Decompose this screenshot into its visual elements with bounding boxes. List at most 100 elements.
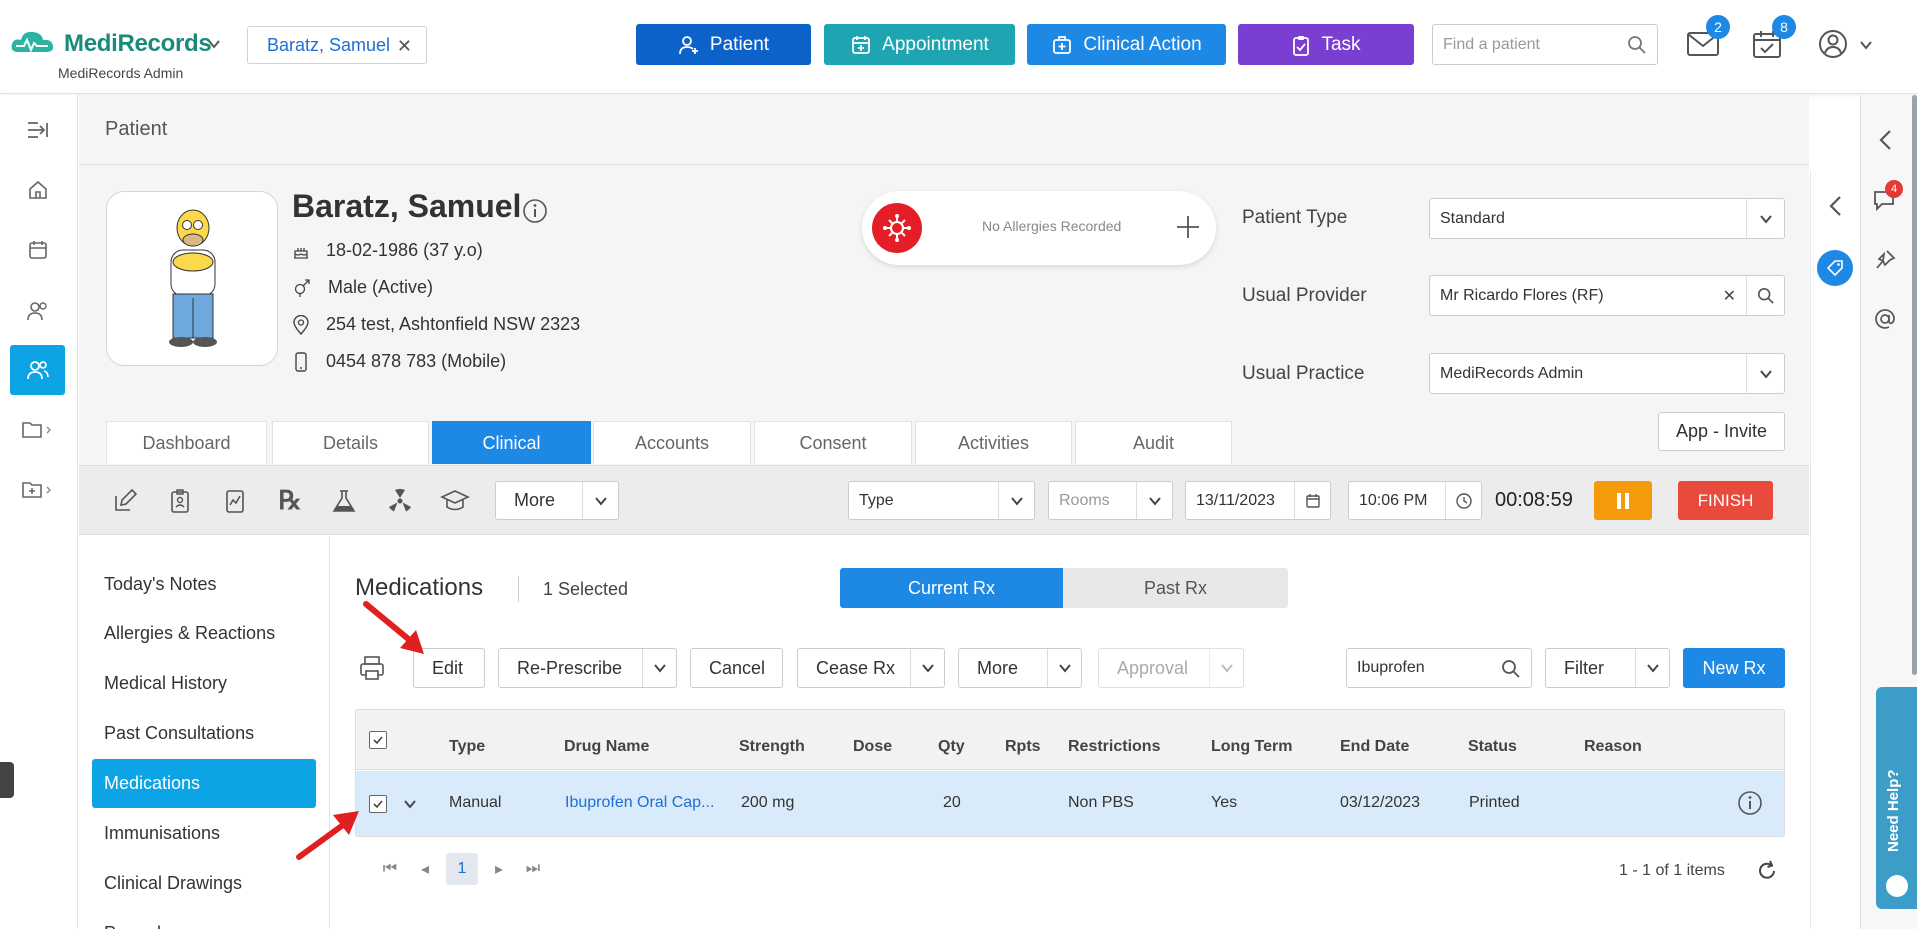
refresh-icon[interactable] <box>1756 860 1778 882</box>
column-header[interactable]: Long Term <box>1211 738 1292 756</box>
search-icon[interactable] <box>1746 276 1784 315</box>
pin-icon[interactable] <box>1873 248 1897 272</box>
radiation-icon[interactable] <box>382 483 418 519</box>
column-header[interactable]: Drug Name <box>564 738 649 756</box>
chevron-down-icon[interactable] <box>1635 649 1669 687</box>
finish-button[interactable]: FINISH <box>1678 481 1773 520</box>
chevron-down-icon[interactable] <box>998 482 1034 519</box>
chevron-down-icon[interactable] <box>1859 38 1873 52</box>
tab-details[interactable]: Details <box>272 421 429 464</box>
chevron-down-icon[interactable] <box>1209 649 1243 687</box>
more-actions-button[interactable]: More <box>958 648 1082 688</box>
represcribe-button[interactable]: Re-Prescribe <box>498 648 677 688</box>
chevron-down-icon[interactable] <box>642 649 676 687</box>
nav-allergies[interactable]: Allergies & Reactions <box>92 610 316 656</box>
tab-consent[interactable]: Consent <box>754 421 912 464</box>
toolbar-more-dropdown[interactable]: More <box>495 481 619 520</box>
tab-audit[interactable]: Audit <box>1075 421 1232 464</box>
open-patient-chip[interactable]: Baratz, Samuel ✕ <box>247 26 427 64</box>
tab-past-rx[interactable]: Past Rx <box>1063 568 1288 608</box>
tag-icon[interactable] <box>1817 250 1853 286</box>
calendar-icon[interactable] <box>1294 482 1330 519</box>
home-icon[interactable] <box>10 165 65 215</box>
medication-search-input[interactable]: Ibuprofen <box>1346 648 1532 688</box>
last-page-icon[interactable]: ⏭ <box>517 853 549 885</box>
find-patient-input[interactable]: Find a patient <box>1432 24 1658 65</box>
folder-icon[interactable] <box>10 405 65 455</box>
nav-medications[interactable]: Medications <box>92 759 316 808</box>
encounter-date-input[interactable]: 13/11/2023 <box>1185 481 1331 520</box>
page-scrollbar[interactable] <box>1912 95 1917 675</box>
column-header[interactable]: Strength <box>739 738 805 756</box>
document-badge-icon[interactable] <box>162 483 198 519</box>
patients-nav-icon[interactable] <box>10 345 65 395</box>
nav-clinical-drawings[interactable]: Clinical Drawings <box>92 860 316 906</box>
new-task-button[interactable]: Task <box>1238 24 1414 65</box>
patient-type-select[interactable]: Standard <box>1429 198 1785 239</box>
chevron-down-icon[interactable] <box>1746 199 1784 238</box>
folder-add-icon[interactable] <box>10 465 65 515</box>
filter-button[interactable]: Filter <box>1545 648 1670 688</box>
chevron-left-icon[interactable] <box>1876 128 1894 152</box>
user-account-icon[interactable] <box>1818 28 1852 60</box>
chevron-down-icon[interactable] <box>910 649 944 687</box>
add-allergy-icon[interactable] <box>1174 213 1202 241</box>
mention-icon[interactable] <box>1873 307 1897 331</box>
tab-dashboard[interactable]: Dashboard <box>106 421 267 464</box>
app-invite-button[interactable]: App - Invite <box>1658 412 1785 451</box>
cancel-rx-button[interactable]: Cancel <box>690 648 783 688</box>
chart-document-icon[interactable] <box>217 483 253 519</box>
tab-activities[interactable]: Activities <box>915 421 1072 464</box>
chevron-down-icon[interactable] <box>206 36 222 52</box>
column-header[interactable]: Qty <box>938 738 965 756</box>
clear-icon[interactable]: ✕ <box>1723 286 1736 306</box>
column-header[interactable]: End Date <box>1340 738 1409 756</box>
chevron-down-icon[interactable] <box>1047 649 1081 687</box>
new-patient-button[interactable]: Patient <box>636 24 811 65</box>
column-header[interactable]: Dose <box>853 738 892 756</box>
users-icon[interactable] <box>10 286 65 336</box>
column-header[interactable]: Status <box>1468 738 1517 756</box>
prev-page-icon[interactable]: ◂ <box>409 853 441 885</box>
education-cap-icon[interactable] <box>437 483 473 519</box>
column-header[interactable]: Reason <box>1584 738 1642 756</box>
notes-edit-icon[interactable] <box>107 483 143 519</box>
chevron-down-icon[interactable] <box>582 482 618 519</box>
side-drawer-handle[interactable] <box>0 762 14 798</box>
tab-accounts[interactable]: Accounts <box>593 421 751 464</box>
nav-medical-history[interactable]: Medical History <box>92 660 316 706</box>
rooms-select[interactable]: Rooms <box>1048 481 1173 520</box>
next-page-icon[interactable]: ▸ <box>483 853 515 885</box>
need-help-tab[interactable]: Need Help? <box>1876 687 1917 909</box>
row-select-checkbox[interactable] <box>369 795 387 813</box>
column-header[interactable]: Restrictions <box>1068 738 1160 756</box>
nav-todays-notes[interactable]: Today's Notes <box>92 561 316 607</box>
column-header[interactable]: Rpts <box>1005 738 1041 756</box>
page-1[interactable]: 1 <box>446 853 478 885</box>
clinical-action-button[interactable]: Clinical Action <box>1027 24 1226 65</box>
select-all-checkbox[interactable] <box>369 731 387 749</box>
cease-rx-button[interactable]: Cease Rx <box>797 648 945 688</box>
encounter-type-select[interactable]: Type <box>848 481 1035 520</box>
patient-photo[interactable] <box>106 191 278 366</box>
encounter-time-input[interactable]: 10:06 PM <box>1348 481 1482 520</box>
calendar-icon[interactable] <box>10 225 65 275</box>
chevron-down-icon[interactable] <box>1136 482 1172 519</box>
allergy-summary[interactable]: No Allergies Recorded <box>862 191 1216 265</box>
new-rx-button[interactable]: New Rx <box>1683 648 1785 688</box>
chevron-left-icon[interactable] <box>1826 194 1844 218</box>
approval-button[interactable]: Approval <box>1098 648 1244 688</box>
tab-current-rx[interactable]: Current Rx <box>840 568 1063 608</box>
usual-practice-select[interactable]: MediRecords Admin <box>1429 353 1785 394</box>
close-icon[interactable]: ✕ <box>397 36 412 57</box>
cell-drug-name-link[interactable]: Ibuprofen Oral Cap... <box>565 794 714 812</box>
chevron-down-icon[interactable] <box>403 797 417 811</box>
info-icon[interactable] <box>522 198 548 224</box>
chevron-down-icon[interactable] <box>1746 354 1784 393</box>
usual-provider-input[interactable]: Mr Ricardo Flores (RF) ✕ <box>1429 275 1785 316</box>
new-appointment-button[interactable]: Appointment <box>824 24 1015 65</box>
prescription-rx-icon[interactable]: ℞ <box>272 483 308 519</box>
first-page-icon[interactable]: ⏮ <box>374 853 406 885</box>
nav-immunisations[interactable]: Immunisations <box>92 810 316 856</box>
pause-button[interactable] <box>1594 481 1652 520</box>
